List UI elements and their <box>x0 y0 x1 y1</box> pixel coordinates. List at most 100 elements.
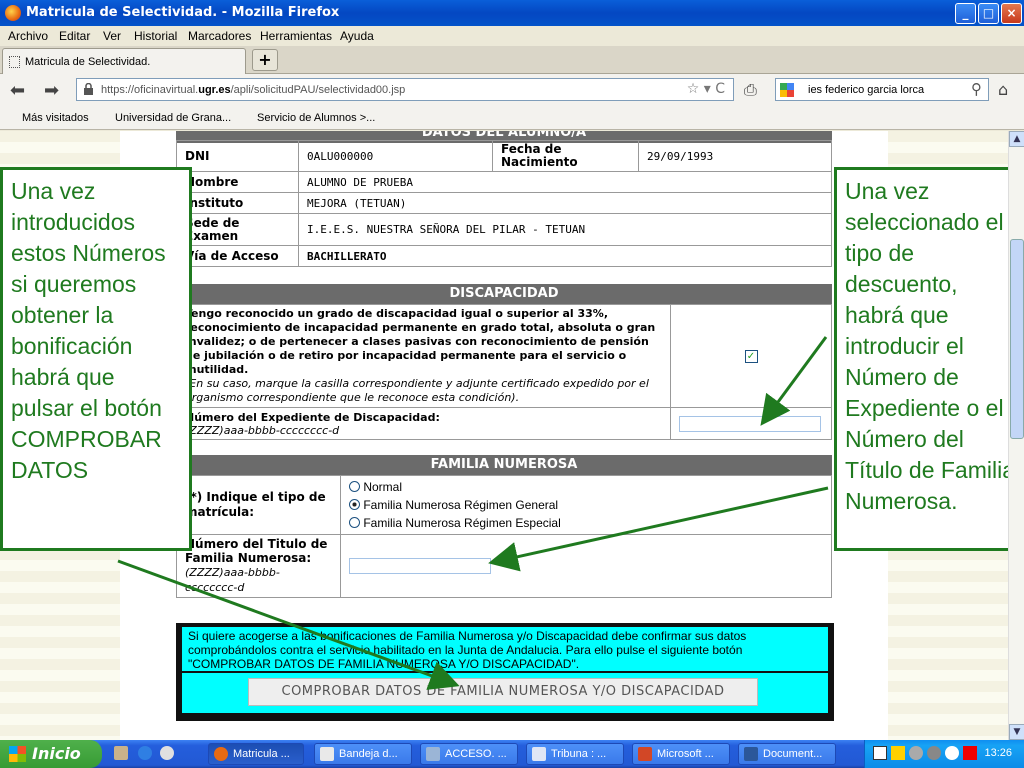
bookmark-servicio-alumnos[interactable]: Servicio de Alumnos >... <box>257 112 375 124</box>
radio-normal[interactable] <box>349 481 360 492</box>
menu-marcadores[interactable]: Marcadores <box>188 29 251 43</box>
tray-icon-1[interactable] <box>873 746 887 760</box>
start-label: Inicio <box>32 744 81 763</box>
taskbar-item-bandeja[interactable]: Bandeja d... <box>314 743 412 765</box>
tray-icon-3[interactable] <box>909 746 923 760</box>
start-button[interactable]: Inicio <box>0 740 102 768</box>
option-normal[interactable]: Normal <box>349 478 823 496</box>
print-icon[interactable]: ⎙ <box>744 80 757 100</box>
forward-icon[interactable]: ➡ <box>44 80 59 101</box>
title-bar[interactable]: Matricula de Selectividad. - Mozilla Fir… <box>0 0 1024 26</box>
tray-icon-6[interactable] <box>963 746 977 760</box>
taskbar-item-acceso[interactable]: ACCESO. ... <box>420 743 518 765</box>
option-especial[interactable]: Familia Numerosa Régimen Especial <box>349 514 823 532</box>
bookmarks-bar: Más visitados Universidad de Grana... Se… <box>0 106 1024 130</box>
via-value: BACHILLERATO <box>298 245 832 267</box>
tab-label: Matricula de Selectividad. <box>25 56 151 68</box>
titulo-input-cell <box>340 534 832 598</box>
confirm-button-row: COMPROBAR DATOS DE FAMILIA NUMEROSA Y/O … <box>182 673 828 713</box>
system-tray: 13:26 <box>864 740 1024 768</box>
word-task-icon <box>744 747 758 761</box>
browser-window: Matricula de Selectividad. - Mozilla Fir… <box>0 0 1024 740</box>
comprobar-datos-button[interactable]: COMPROBAR DATOS DE FAMILIA NUMEROSA Y/O … <box>248 678 758 706</box>
taskbar-item-tribuna[interactable]: Tribuna : ... <box>526 743 624 765</box>
taskbar-item-document[interactable]: Document... <box>738 743 836 765</box>
url-actions[interactable]: ☆ ▾ C <box>687 81 725 97</box>
quicklaunch-icon-3[interactable] <box>160 746 174 760</box>
acceso-task-icon <box>426 747 440 761</box>
titulo-format: (ZZZZ)aaa-bbbb-cccccccc-d <box>185 566 280 594</box>
instituto-value: MEJORA (TETUAN) <box>298 192 832 214</box>
menu-herramientas[interactable]: Herramientas <box>260 29 332 43</box>
powerpoint-task-icon <box>638 747 652 761</box>
dni-value: 0ALU000000 <box>298 140 493 172</box>
menu-archivo[interactable]: Archivo <box>8 29 48 43</box>
navigation-bar: ⬅ ➡ https://oficinavirtual.ugr.es/apli/s… <box>0 74 1024 106</box>
discapacidad-text-cell: Tengo reconocido un grado de discapacida… <box>176 304 671 408</box>
familia-header: FAMILIA NUMEROSA <box>176 455 832 475</box>
titulo-label: Número del Titulo de Familia Numerosa: <box>185 537 328 565</box>
new-tab-button[interactable]: + <box>252 49 278 71</box>
tab-bar: Matricula de Selectividad. + <box>0 46 1024 74</box>
tray-icon-4[interactable] <box>927 746 941 760</box>
discapacidad-table: Tengo reconocido un grado de discapacida… <box>176 304 832 440</box>
radio-especial[interactable] <box>349 517 360 528</box>
url-bar[interactable]: https://oficinavirtual.ugr.es/apli/solic… <box>76 78 734 101</box>
discapacidad-note: (En su caso, marque la casilla correspon… <box>185 377 649 404</box>
instituto-label: Instituto <box>176 192 299 214</box>
expediente-input-cell <box>670 407 832 440</box>
tipo-label: (*) Indique el tipo de matrícula: <box>176 475 341 535</box>
back-icon[interactable]: ⬅ <box>10 80 25 101</box>
menu-ayuda[interactable]: Ayuda <box>340 29 374 43</box>
close-button[interactable]: × <box>1001 3 1022 24</box>
expediente-format: (ZZZZ)aaa-bbbb-cccccccc-d <box>185 423 340 437</box>
search-bar[interactable]: ies federico garcia lorca ⚲ <box>775 78 989 101</box>
quicklaunch-icon-1[interactable] <box>114 746 128 760</box>
google-icon[interactable] <box>780 83 794 97</box>
maximize-button[interactable]: □ <box>978 3 999 24</box>
sede-value: I.E.E.S. NUESTRA SEÑORA DEL PILAR - TETU… <box>298 213 832 246</box>
firefox-task-icon <box>214 747 228 761</box>
url-text: https://oficinavirtual.ugr.es/apli/solic… <box>101 84 406 96</box>
page-viewport: DATOS DEL ALUMNO/A DNI 0ALU000000 Fecha … <box>0 131 1008 740</box>
tab-matricula[interactable]: Matricula de Selectividad. <box>2 48 246 74</box>
menu-editar[interactable]: Editar <box>59 29 90 43</box>
nombre-value: ALUMNO DE PRUEBA <box>298 171 832 193</box>
via-label: Vía de Acceso <box>176 245 299 267</box>
home-icon[interactable]: ⌂ <box>998 80 1008 99</box>
bookmark-mas-visitados[interactable]: Más visitados <box>22 112 89 124</box>
option-general[interactable]: Familia Numerosa Régimen General <box>349 496 823 514</box>
scroll-up-icon[interactable]: ▲ <box>1009 131 1024 147</box>
discapacidad-check-cell: ✓ <box>670 304 832 408</box>
lock-icon <box>84 83 93 95</box>
scroll-down-icon[interactable]: ▼ <box>1009 724 1024 740</box>
option-general-label: Familia Numerosa Régimen General <box>363 498 559 512</box>
minimize-button[interactable]: _ <box>955 3 976 24</box>
radio-general-selected[interactable] <box>349 499 360 510</box>
confirm-panel: Si quiere acogerse a las bonificaciones … <box>176 623 834 721</box>
scroll-thumb[interactable] <box>1010 239 1024 439</box>
menu-ver[interactable]: Ver <box>103 29 121 43</box>
ie-icon[interactable] <box>138 746 152 760</box>
tray-icon-5[interactable] <box>945 746 959 760</box>
taskbar-item-matricula[interactable]: Matricula ... <box>208 743 304 765</box>
option-normal-label: Normal <box>363 480 403 494</box>
titulo-input[interactable] <box>349 558 491 574</box>
option-especial-label: Familia Numerosa Régimen Especial <box>363 516 561 530</box>
bookmark-universidad[interactable]: Universidad de Grana... <box>115 112 231 124</box>
discapacidad-header: DISCAPACIDAD <box>176 284 832 304</box>
expediente-label-cell: Número del Expediente de Discapacidad: (… <box>176 407 671 440</box>
fecha-value: 29/09/1993 <box>638 140 832 172</box>
clock: 13:26 <box>984 747 1012 759</box>
discapacidad-checkbox[interactable]: ✓ <box>744 350 758 363</box>
magnifier-icon[interactable]: ⚲ <box>971 80 982 98</box>
expediente-input[interactable] <box>679 415 821 432</box>
window-title: Matricula de Selectividad. - Mozilla Fir… <box>26 5 340 20</box>
page-icon <box>9 56 20 68</box>
taskbar-item-microsoft[interactable]: Microsoft ... <box>632 743 730 765</box>
vertical-scrollbar[interactable]: ▲ ▼ <box>1008 131 1024 740</box>
menu-historial[interactable]: Historial <box>134 29 177 43</box>
warning-icon[interactable] <box>891 746 905 760</box>
search-input[interactable]: ies federico garcia lorca <box>808 84 924 96</box>
familia-table: (*) Indique el tipo de matrícula: Normal… <box>176 475 832 598</box>
